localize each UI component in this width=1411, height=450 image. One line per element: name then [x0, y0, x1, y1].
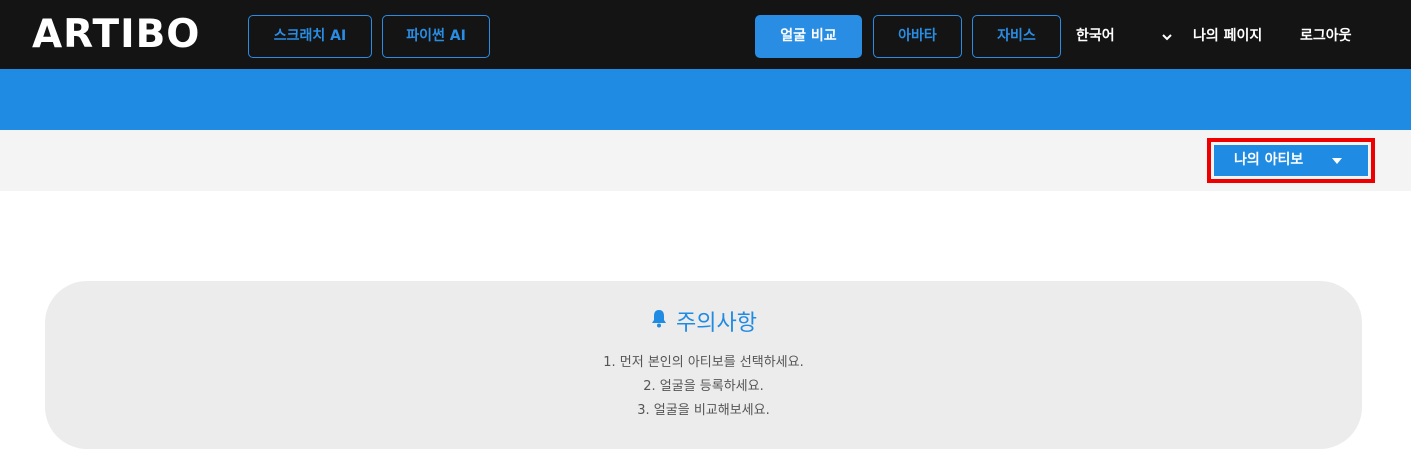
chevron-down-icon[interactable] — [1161, 15, 1173, 58]
notice-heading: 주의사항 — [45, 309, 1362, 339]
language-label: 한국어 — [1076, 28, 1115, 44]
notice-list: 1. 먼저 본인의 아티보를 선택하세요. 2. 얼굴을 등록하세요. 3. 얼… — [45, 351, 1362, 423]
artibo-logo[interactable]: ARTIBO — [32, 14, 200, 56]
nav-scratch-ai-button[interactable]: 스크래치 AI — [248, 15, 372, 58]
notice-panel: 주의사항 1. 먼저 본인의 아티보를 선택하세요. 2. 얼굴을 등록하세요.… — [45, 281, 1362, 449]
my-page-link[interactable]: 나의 페이지 — [1193, 15, 1262, 58]
notice-line: 2. 얼굴을 등록하세요. — [643, 379, 764, 394]
my-artibo-label: 나의 아티보 — [1234, 152, 1304, 168]
nav-jarvis-button[interactable]: 자비스 — [972, 15, 1061, 58]
my-artibo-dropdown[interactable]: 나의 아티보 — [1214, 145, 1368, 176]
top-navbar: ARTIBO 스크래치 AI 파이썬 AI 얼굴 비교 아바타 자비스 한국어 … — [0, 0, 1411, 69]
nav-python-ai-button[interactable]: 파이썬 AI — [382, 15, 490, 58]
language-select[interactable]: 한국어 — [1076, 15, 1115, 58]
nav-avatar-button[interactable]: 아바타 — [873, 15, 962, 58]
notice-line: 1. 먼저 본인의 아티보를 선택하세요. — [603, 355, 804, 370]
logout-link[interactable]: 로그아웃 — [1300, 15, 1352, 58]
bell-icon — [650, 307, 668, 337]
notice-title: 주의사항 — [676, 311, 757, 336]
hero-band — [0, 69, 1411, 130]
sub-toolbar — [0, 130, 1411, 191]
nav-face-compare-button[interactable]: 얼굴 비교 — [755, 15, 862, 58]
caret-down-icon — [1332, 158, 1342, 164]
notice-line: 3. 얼굴을 비교해보세요. — [637, 403, 770, 418]
